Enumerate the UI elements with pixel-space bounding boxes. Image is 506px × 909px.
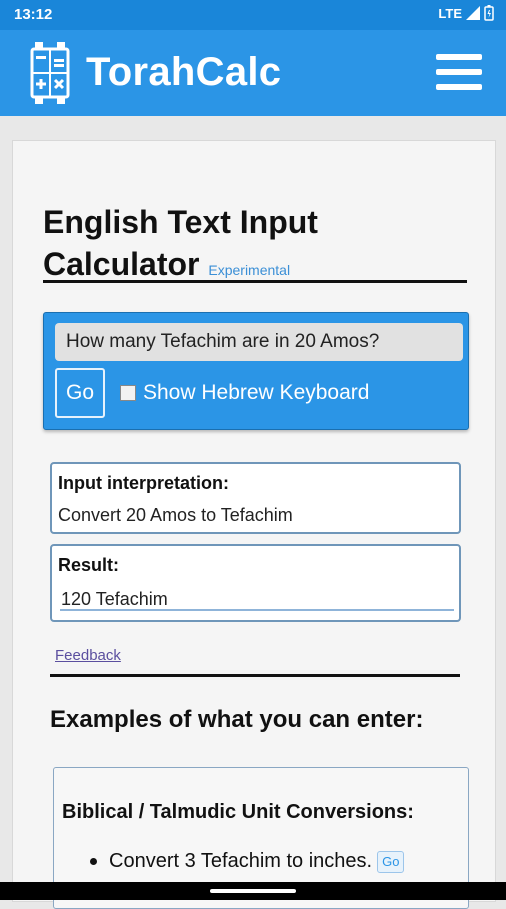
input-panel: How many Tefachim are in 20 Amos? Go Sho…: [43, 312, 469, 430]
category-heading: Biblical / Talmudic Unit Conversions:: [62, 801, 414, 823]
list-item: Convert 3 Tefachim to inches. Go: [90, 850, 405, 873]
signal-icon: [466, 6, 480, 20]
go-button[interactable]: Go: [55, 368, 105, 418]
status-indicators: LTE: [438, 5, 494, 21]
network-label: LTE: [438, 5, 462, 21]
result-underline: [60, 609, 454, 611]
feedback-link[interactable]: Feedback: [55, 647, 121, 664]
calculator-logo-icon: [30, 42, 70, 104]
status-time: 13:12: [14, 6, 53, 23]
result-box: Result: 120 Tefachim: [50, 544, 461, 622]
example-go-button[interactable]: Go: [377, 850, 405, 873]
query-input[interactable]: How many Tefachim are in 20 Amos?: [55, 323, 463, 361]
system-nav-bar: [0, 882, 506, 900]
calculator-card: English Text Input Calculator Experiment…: [12, 140, 496, 909]
battery-icon: [484, 5, 494, 21]
interpretation-value: Convert 20 Amos to Tefachim: [58, 505, 293, 525]
home-gesture-handle[interactable]: [210, 889, 296, 893]
status-bar: 13:12 LTE: [0, 0, 506, 30]
hebrew-keyboard-label: Show Hebrew Keyboard: [143, 381, 370, 404]
title-divider: [43, 280, 467, 283]
page-title: English Text Input Calculator Experiment…: [43, 201, 443, 291]
result-label: Result:: [58, 555, 120, 575]
hebrew-keyboard-checkbox[interactable]: [120, 385, 136, 401]
menu-bar-icon: [436, 54, 482, 60]
result-value[interactable]: 120 Tefachim: [61, 589, 168, 610]
experimental-badge: Experimental: [208, 262, 291, 278]
interpretation-box: Input interpretation: Convert 20 Amos to…: [50, 462, 461, 534]
app-title: TorahCalc: [86, 50, 282, 94]
example-text: Convert 3 Tefachim to inches.: [109, 850, 373, 872]
section-divider: [50, 674, 460, 677]
hebrew-keyboard-toggle[interactable]: Show Hebrew Keyboard: [120, 381, 369, 405]
menu-bar-icon: [436, 69, 482, 75]
bullet-icon: [90, 858, 97, 865]
menu-bar-icon: [436, 84, 482, 90]
interpretation-label: Input interpretation:: [58, 473, 229, 493]
page-title-line2: Calculator: [43, 246, 200, 282]
app-bar: TorahCalc: [0, 30, 506, 116]
page-title-line1: English Text Input: [43, 204, 318, 240]
hamburger-menu-button[interactable]: [436, 54, 482, 94]
examples-heading: Examples of what you can enter:: [50, 706, 424, 733]
